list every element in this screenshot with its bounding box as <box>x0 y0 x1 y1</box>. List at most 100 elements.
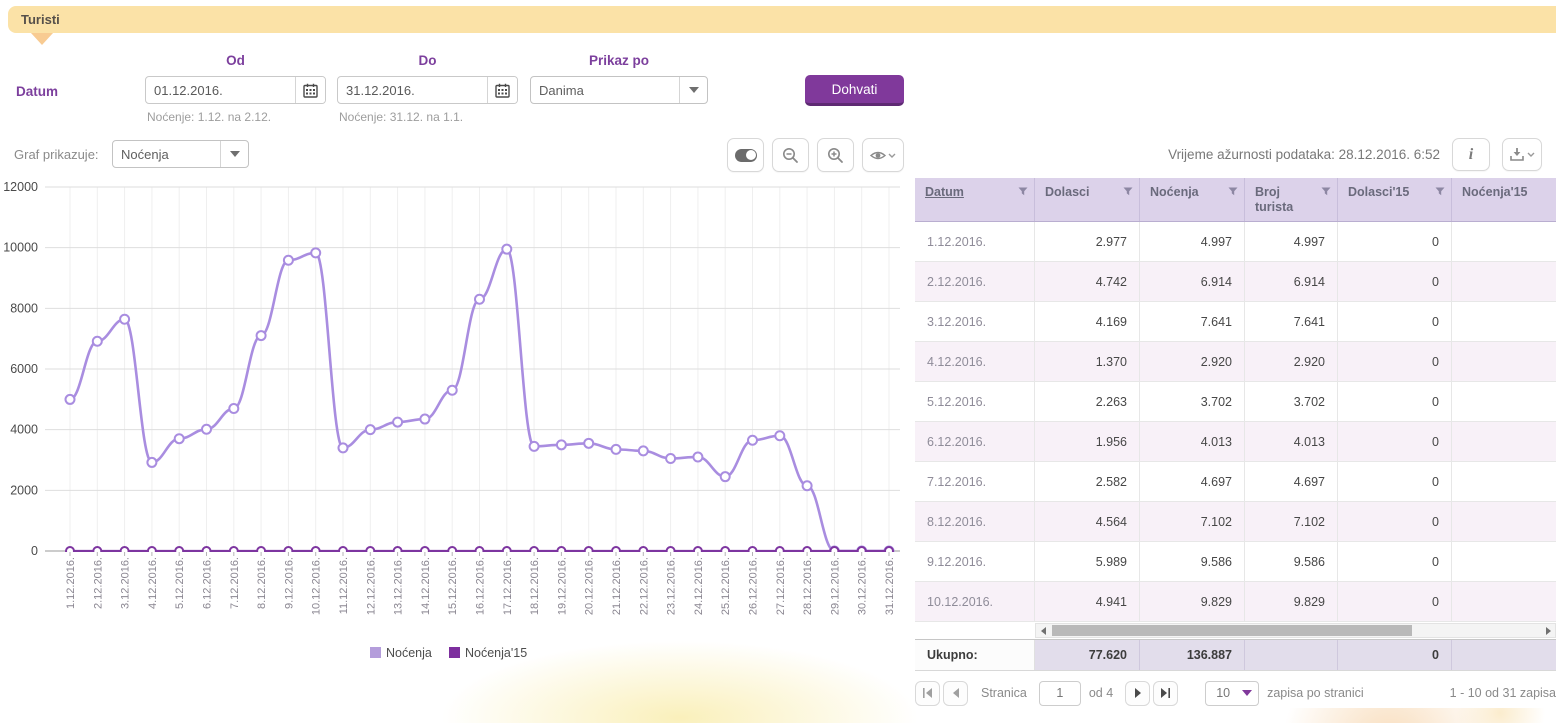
table-total-row: Ukupno: 77.620 136.887 0 <box>915 639 1556 671</box>
table-scroll-row <box>915 622 1556 639</box>
cell-value: 3.702 <box>1140 382 1245 421</box>
cell-value: 0 <box>1338 262 1452 301</box>
column-header-dolasci[interactable]: Dolasci <box>1035 178 1140 221</box>
table-row[interactable]: 3.12.2016.4.1697.6417.6410 <box>915 302 1556 342</box>
table-row[interactable]: 7.12.2016.2.5824.6974.6970 <box>915 462 1556 502</box>
cell-value: 5.989 <box>1035 542 1140 581</box>
scroll-right-icon[interactable] <box>1541 624 1555 637</box>
last-page-icon <box>1160 688 1171 698</box>
series-visibility-button[interactable] <box>862 138 904 172</box>
cell-datum: 6.12.2016. <box>915 422 1035 461</box>
first-page-button[interactable] <box>915 681 940 706</box>
scroll-left-icon[interactable] <box>1036 624 1050 637</box>
cell-value: 4.697 <box>1140 462 1245 501</box>
table-row[interactable]: 4.12.2016.1.3702.9202.9200 <box>915 342 1556 382</box>
pagination-bar: Stranica od 4 10 zapisa po stranici 1 - … <box>915 678 1556 708</box>
table-row[interactable]: 9.12.2016.5.9899.5869.5860 <box>915 542 1556 582</box>
table-horizontal-scrollbar[interactable] <box>1035 623 1556 638</box>
cell-value: 9.829 <box>1140 582 1245 621</box>
last-page-button[interactable] <box>1153 681 1178 706</box>
svg-text:15.12.2016.: 15.12.2016. <box>447 557 459 615</box>
previous-page-button[interactable] <box>943 681 968 706</box>
cell-value: 6.914 <box>1140 262 1245 301</box>
svg-text:27.12.2016.: 27.12.2016. <box>775 557 787 615</box>
date-to-input[interactable] <box>338 77 487 103</box>
stranica-label: Stranica <box>981 686 1027 700</box>
svg-text:3.12.2016.: 3.12.2016. <box>120 557 132 609</box>
line-chart[interactable]: 0200040006000800010000120001.12.2016.2.1… <box>0 175 910 675</box>
cell-value: 7.641 <box>1245 302 1338 341</box>
dohvati-button[interactable]: Dohvati <box>805 75 904 106</box>
svg-text:1.12.2016.: 1.12.2016. <box>65 557 77 609</box>
filter-icon[interactable] <box>1435 187 1445 196</box>
previous-page-icon <box>952 688 960 698</box>
svg-text:17.12.2016.: 17.12.2016. <box>502 557 514 615</box>
zoom-in-button[interactable] <box>817 138 854 172</box>
cell-value: 2.920 <box>1245 342 1338 381</box>
svg-text:10000: 10000 <box>3 241 38 255</box>
scrollbar-thumb[interactable] <box>1052 625 1412 636</box>
svg-text:30.12.2016.: 30.12.2016. <box>857 557 869 615</box>
cell-value: 4.997 <box>1245 222 1338 261</box>
export-button[interactable] <box>1502 138 1542 171</box>
cell-value: 4.013 <box>1140 422 1245 461</box>
filter-icon[interactable] <box>1228 187 1238 196</box>
info-button[interactable]: i <box>1452 138 1490 171</box>
table-row[interactable]: 5.12.2016.2.2633.7023.7020 <box>915 382 1556 422</box>
total-broj-turista <box>1245 640 1338 670</box>
prikaz-po-select[interactable]: Danima <box>530 76 708 104</box>
cell-datum: 1.12.2016. <box>915 222 1035 261</box>
data-table: Datum Dolasci Noćenja Broj turista Dolas… <box>915 178 1556 708</box>
column-header-datum[interactable]: Datum <box>915 178 1035 221</box>
turisti-tab[interactable]: Turisti <box>8 6 1556 33</box>
cell-value <box>1452 342 1556 381</box>
column-header-dolasci15[interactable]: Dolasci'15 <box>1338 178 1452 221</box>
record-range-label: 1 - 10 od 31 zapisa <box>1450 686 1556 700</box>
graf-prikazuje-select[interactable]: Noćenja <box>112 140 249 168</box>
svg-text:25.12.2016.: 25.12.2016. <box>720 557 732 615</box>
cell-value <box>1452 262 1556 301</box>
table-row[interactable]: 1.12.2016.2.9774.9974.9970 <box>915 222 1556 262</box>
toggle-icon <box>735 149 757 162</box>
page-size-select[interactable]: 10 <box>1205 681 1259 706</box>
svg-text:11.12.2016.: 11.12.2016. <box>338 557 350 614</box>
filter-icon[interactable] <box>1321 187 1331 196</box>
next-page-button[interactable] <box>1125 681 1150 706</box>
chart-toggle-button[interactable] <box>727 138 764 172</box>
prikaz-po-label: Prikaz po <box>530 53 708 68</box>
do-label: Do <box>337 53 518 68</box>
column-header-broj-turista[interactable]: Broj turista <box>1245 178 1338 221</box>
calendar-icon[interactable] <box>487 77 517 103</box>
svg-text:18.12.2016.: 18.12.2016. <box>529 557 541 615</box>
turisti-tab-label: Turisti <box>21 12 60 27</box>
filter-icon[interactable] <box>1123 187 1133 196</box>
svg-text:6.12.2016.: 6.12.2016. <box>202 557 214 609</box>
svg-text:21.12.2016.: 21.12.2016. <box>611 557 623 615</box>
page-number-input[interactable] <box>1039 681 1081 706</box>
cell-value: 0 <box>1338 382 1452 421</box>
table-row[interactable]: 8.12.2016.4.5647.1027.1020 <box>915 502 1556 542</box>
cell-value: 2.582 <box>1035 462 1140 501</box>
cell-value: 3.702 <box>1245 382 1338 421</box>
column-header-nocenja15[interactable]: Noćenja'15 <box>1452 178 1556 221</box>
table-row[interactable]: 10.12.2016.4.9419.8299.8290 <box>915 582 1556 622</box>
cell-value: 9.829 <box>1245 582 1338 621</box>
date-from-field <box>145 76 326 104</box>
calendar-icon[interactable] <box>295 77 325 103</box>
table-row[interactable]: 6.12.2016.1.9564.0134.0130 <box>915 422 1556 462</box>
svg-text:6000: 6000 <box>10 362 38 376</box>
first-page-icon <box>922 688 933 698</box>
column-header-nocenja[interactable]: Noćenja <box>1140 178 1245 221</box>
zoom-out-button[interactable] <box>772 138 809 172</box>
table-row[interactable]: 2.12.2016.4.7426.9146.9140 <box>915 262 1556 302</box>
filter-icon[interactable] <box>1018 187 1028 196</box>
svg-text:22.12.2016.: 22.12.2016. <box>638 557 650 615</box>
date-from-input[interactable] <box>146 77 295 103</box>
date-to-field <box>337 76 518 104</box>
table-body: 1.12.2016.2.9774.9974.99702.12.2016.4.74… <box>915 222 1556 622</box>
svg-text:31.12.2016.: 31.12.2016. <box>884 557 896 615</box>
legend-item: Noćenja <box>370 646 432 660</box>
svg-text:12000: 12000 <box>3 180 38 194</box>
svg-text:13.12.2016.: 13.12.2016. <box>393 557 405 615</box>
table-header-row: Datum Dolasci Noćenja Broj turista Dolas… <box>915 178 1556 222</box>
